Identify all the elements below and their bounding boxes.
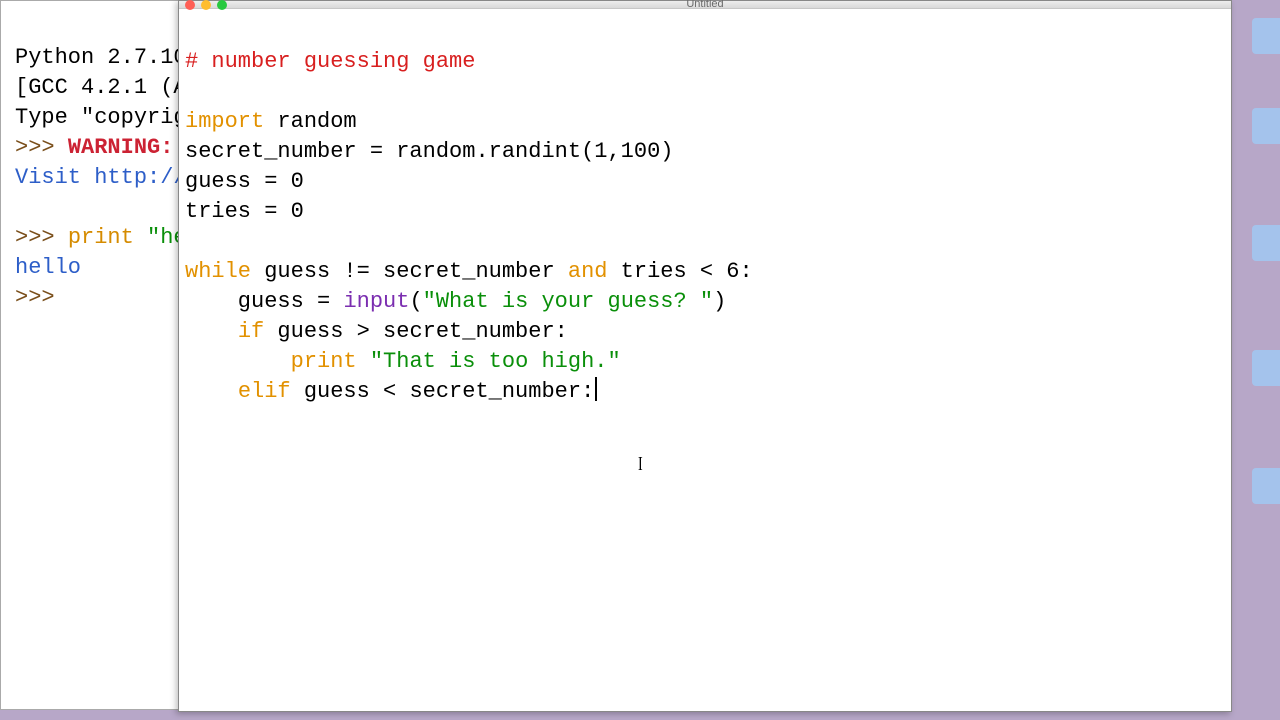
code-text: secret_number = random.randint(1,100) xyxy=(185,139,673,164)
desktop-right-tabs xyxy=(1240,0,1280,720)
code-keyword-print: print xyxy=(291,349,357,374)
code-text xyxy=(185,349,291,374)
shell-type-string: "copyrig xyxy=(81,105,187,130)
code-editor[interactable]: # number guessing game import random sec… xyxy=(179,9,1231,711)
shell-warning: WARNING: xyxy=(68,135,174,160)
code-text: random xyxy=(264,109,356,134)
code-comment: # number guessing game xyxy=(185,49,475,74)
code-text xyxy=(185,319,238,344)
shell-prompt: >>> xyxy=(15,135,68,160)
code-keyword-if: if xyxy=(238,319,264,344)
shell-output: hello xyxy=(15,255,81,280)
code-text xyxy=(357,349,370,374)
shell-type-prefix: Type xyxy=(15,105,81,130)
code-text: tries < 6: xyxy=(607,259,752,284)
code-keyword-while: while xyxy=(185,259,251,284)
shell-prompt[interactable]: >>> xyxy=(15,285,68,310)
code-text: ) xyxy=(713,289,726,314)
text-cursor xyxy=(595,377,597,401)
shell-visit-line: Visit http:// xyxy=(15,165,187,190)
desktop: Python 2.7.10 [GCC 4.2.1 (A Type "copyri… xyxy=(0,0,1280,720)
mouse-ibeam-cursor: I xyxy=(638,453,643,476)
code-keyword-and: and xyxy=(568,259,608,284)
code-text: tries = 0 xyxy=(185,199,304,224)
code-text: ( xyxy=(409,289,422,314)
shell-prompt: >>> xyxy=(15,225,68,250)
code-keyword-elif: elif xyxy=(238,379,291,404)
code-text xyxy=(185,379,238,404)
code-text: guess != secret_number xyxy=(251,259,568,284)
shell-banner-line1: Python 2.7.10 xyxy=(15,45,187,70)
code-keyword-import: import xyxy=(185,109,264,134)
code-string: "What is your guess? " xyxy=(423,289,713,314)
code-text: guess < secret_number: xyxy=(291,379,595,404)
code-text: guess = xyxy=(185,289,343,314)
code-builtin-input: input xyxy=(343,289,409,314)
code-string: "That is too high." xyxy=(370,349,621,374)
shell-banner-line2: [GCC 4.2.1 (A xyxy=(15,75,187,100)
editor-window[interactable]: Untitled # number guessing game import r… xyxy=(178,0,1232,712)
code-text: guess = 0 xyxy=(185,169,304,194)
code-text: guess > secret_number: xyxy=(264,319,568,344)
shell-print-keyword: print xyxy=(68,225,134,250)
editor-titlebar[interactable]: Untitled xyxy=(179,1,1231,9)
